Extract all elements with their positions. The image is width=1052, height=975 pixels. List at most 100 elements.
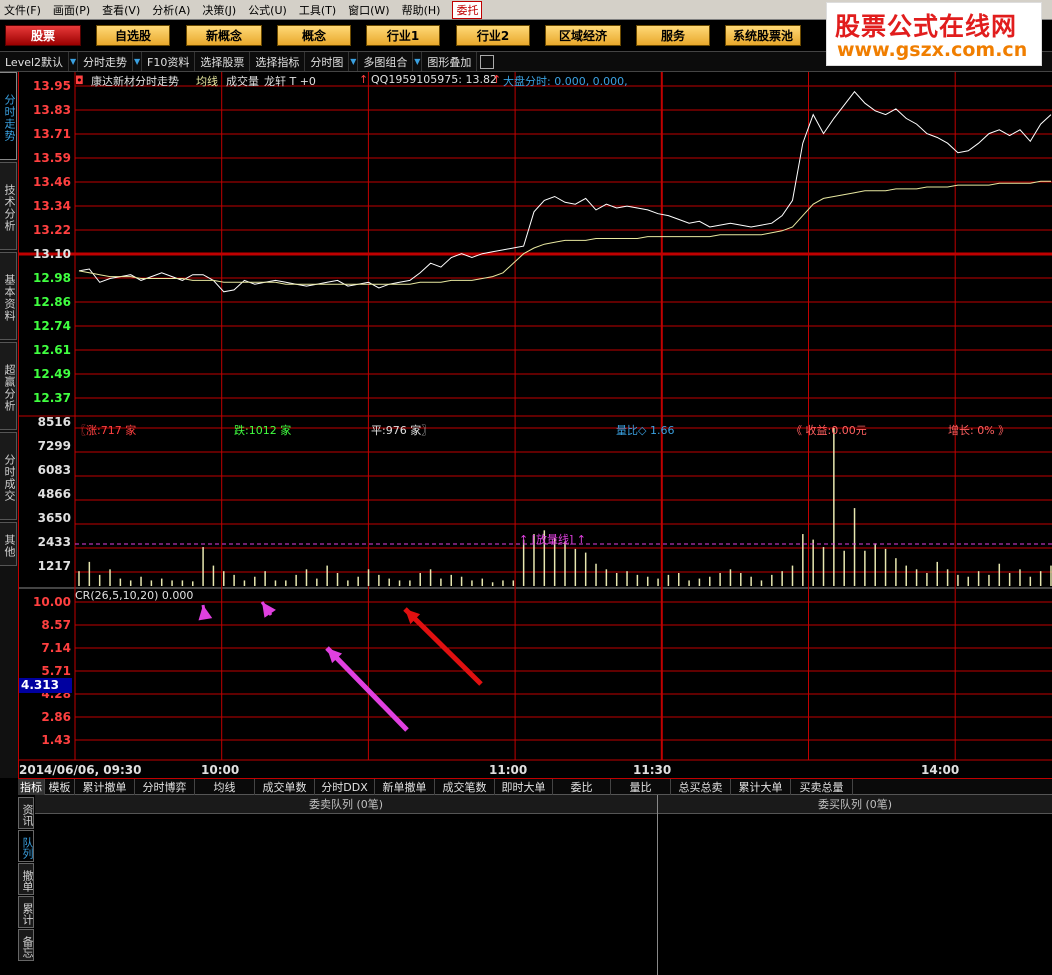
menu-file[interactable]: 文件(F) (4, 2, 41, 18)
queue-divider (657, 795, 658, 975)
menu-help[interactable]: 帮助(H) (402, 2, 441, 18)
volume-axis-label: 1217 (37, 559, 71, 573)
tab-cumulative[interactable]: 累计 (18, 896, 34, 928)
cr-axis-label: 2.86 (41, 710, 71, 724)
price-axis-label: 13.95 (33, 79, 71, 93)
queue-side-tabs: 资讯 队列 撤单 累计 备忘 (18, 795, 35, 975)
tab-template[interactable]: 模板 (45, 779, 75, 795)
price-axis-label: 13.46 (33, 175, 71, 189)
price-axis-label: 12.37 (33, 391, 71, 405)
cr-axis-label: 1.43 (41, 733, 71, 747)
menu-view[interactable]: 查看(V) (102, 2, 140, 18)
advancers-count: 〖涨:717 家 (75, 424, 137, 437)
volume-axis-label: 8516 (37, 415, 71, 429)
tab-memo[interactable]: 备忘 (18, 929, 34, 961)
industry1-button[interactable]: 行业1 (366, 25, 440, 46)
price-axis-label: 13.59 (33, 151, 71, 165)
flat-count: 平:976 家〗 (371, 424, 433, 437)
chart-canvas[interactable] (19, 72, 1052, 778)
chevron-down-icon[interactable]: ▼ (349, 52, 359, 71)
fenshi-select[interactable]: 分时走势 (78, 52, 134, 71)
service-button[interactable]: 服务 (636, 25, 710, 46)
tab-big-order[interactable]: 即时大单 (495, 779, 553, 795)
tab-trades[interactable]: 分时成交 (0, 432, 17, 520)
left-view-tabs: 分时走势 技术分析 基本资料 超赢分析 分时成交 其他 (0, 72, 18, 778)
time-tick: 11:30 (633, 763, 672, 777)
up-arrow-icon: ↑ (492, 73, 502, 86)
chevron-down-icon[interactable]: ▼ (133, 52, 143, 71)
price-axis-label: 12.86 (33, 295, 71, 309)
industry2-button[interactable]: 行业2 (456, 25, 530, 46)
menu-decision[interactable]: 决策(J) (202, 2, 236, 18)
up-arrow-icon: ↑ (359, 73, 369, 86)
time-tick: 10:00 (201, 763, 240, 777)
cr-indicator-label: CR(26,5,10,20) 0.000 (75, 589, 194, 602)
tab-game[interactable]: 分时博弈 (135, 779, 195, 795)
tab-buy-sell-total[interactable]: 买卖总量 (791, 779, 853, 795)
watermark-logo: 股票公式在线网 www.gszx.com.cn (826, 2, 1042, 66)
tab-cumulative-cancel[interactable]: 累计撤单 (75, 779, 135, 795)
overlay-button[interactable]: 图形叠加 (422, 52, 478, 71)
new-concept-button[interactable]: 新概念 (186, 25, 262, 46)
tab-technical[interactable]: 技术分析 (0, 162, 17, 250)
tab-new-cancel[interactable]: 新单撤单 (375, 779, 435, 795)
sell-queue-header: 委卖队列 (0笔) (35, 795, 657, 814)
market-intraday: 大盘分时: 0.000, 0.000, (503, 75, 628, 88)
price-axis-label: 13.83 (33, 103, 71, 117)
chevron-down-icon[interactable]: ▼ (69, 52, 79, 71)
regional-economy-button[interactable]: 区域经济 (545, 25, 621, 46)
watchlist-button[interactable]: 自选股 (96, 25, 170, 46)
menu-screen[interactable]: 画面(P) (53, 2, 90, 18)
volume-axis-label: 6083 (37, 463, 71, 477)
menu-analysis[interactable]: 分析(A) (152, 2, 190, 18)
tab-liangbi[interactable]: 量比 (611, 779, 671, 795)
intraday-chart[interactable]: ◘ 康达新材分时走势 均线 成交量 龙轩 T +0 ↑ QQ1959105975… (18, 72, 1052, 778)
tab-news[interactable]: 资讯 (18, 797, 34, 829)
tab-indicator[interactable]: 指标 (18, 779, 45, 795)
volume-axis-label: 3650 (37, 511, 71, 525)
menu-tools[interactable]: 工具(T) (299, 2, 336, 18)
concept-button[interactable]: 概念 (277, 25, 351, 46)
settings-icon[interactable]: ◘ (75, 74, 84, 87)
avg-price-line (78, 180, 1051, 285)
fangliang-line-label: ↑ [放量线] ↑ (519, 533, 587, 546)
select-stock-button[interactable]: 选择股票 (195, 52, 251, 71)
avg-line-label: 均线 (196, 75, 218, 88)
date-label: 2014/06/06, 09:30 (19, 763, 142, 777)
tab-fenshi[interactable]: 分时走势 (0, 72, 17, 160)
price-axis-label: 12.49 (33, 367, 71, 381)
price-axis-label: 13.22 (33, 223, 71, 237)
indicator-tabs: 指标 模板 累计撤单 分时博弈 均线 成交单数 分时DDX 新单撤单 成交笔数 … (18, 778, 1052, 795)
tab-cumulative-big[interactable]: 累计大单 (731, 779, 791, 795)
menu-trade[interactable]: 委托 (452, 0, 483, 19)
fenshitu-select[interactable]: 分时图 (305, 52, 350, 71)
cr-cursor-value: 4.313 (19, 678, 72, 693)
tab-tick-count[interactable]: 成交笔数 (435, 779, 495, 795)
volume-axis-label: 4866 (37, 487, 71, 501)
tab-queue[interactable]: 队列 (18, 830, 34, 862)
tab-total-buy-sell[interactable]: 总买总卖 (671, 779, 731, 795)
tab-other[interactable]: 其他 (0, 522, 17, 566)
watermark-url: www.gszx.com.cn (837, 39, 1028, 61)
lock-icon[interactable] (480, 54, 495, 69)
chevron-down-icon[interactable]: ▼ (413, 52, 423, 71)
stock-title: 康达新材分时走势 (91, 75, 179, 88)
tab-cancel[interactable]: 撤单 (18, 863, 34, 895)
select-indicator-button[interactable]: 选择指标 (250, 52, 306, 71)
price-axis-label: 12.61 (33, 343, 71, 357)
tab-avg[interactable]: 均线 (195, 779, 255, 795)
menu-window[interactable]: 窗口(W) (348, 2, 389, 18)
multi-chart-select[interactable]: 多图组合 (358, 52, 414, 71)
tab-fundamental[interactable]: 基本资料 (0, 252, 17, 340)
system-pool-button[interactable]: 系统股票池 (725, 25, 801, 46)
tab-chaoying[interactable]: 超赢分析 (0, 342, 17, 430)
level2-select[interactable]: Level2默认 (0, 52, 70, 71)
f10-button[interactable]: F10资料 (142, 52, 196, 71)
order-queue-panel: 委卖队列 (0笔) 委买队列 (0笔) 资讯 队列 撤单 累计 备忘 (18, 795, 1052, 975)
app-window: { "menubar": { "items": ["文件(F)","画面(P)"… (0, 0, 1052, 975)
menu-formula[interactable]: 公式(U) (248, 2, 287, 18)
tab-weibi[interactable]: 委比 (553, 779, 611, 795)
stock-button[interactable]: 股票 (5, 25, 81, 46)
tab-ddx[interactable]: 分时DDX (315, 779, 375, 795)
tab-trade-count[interactable]: 成交单数 (255, 779, 315, 795)
